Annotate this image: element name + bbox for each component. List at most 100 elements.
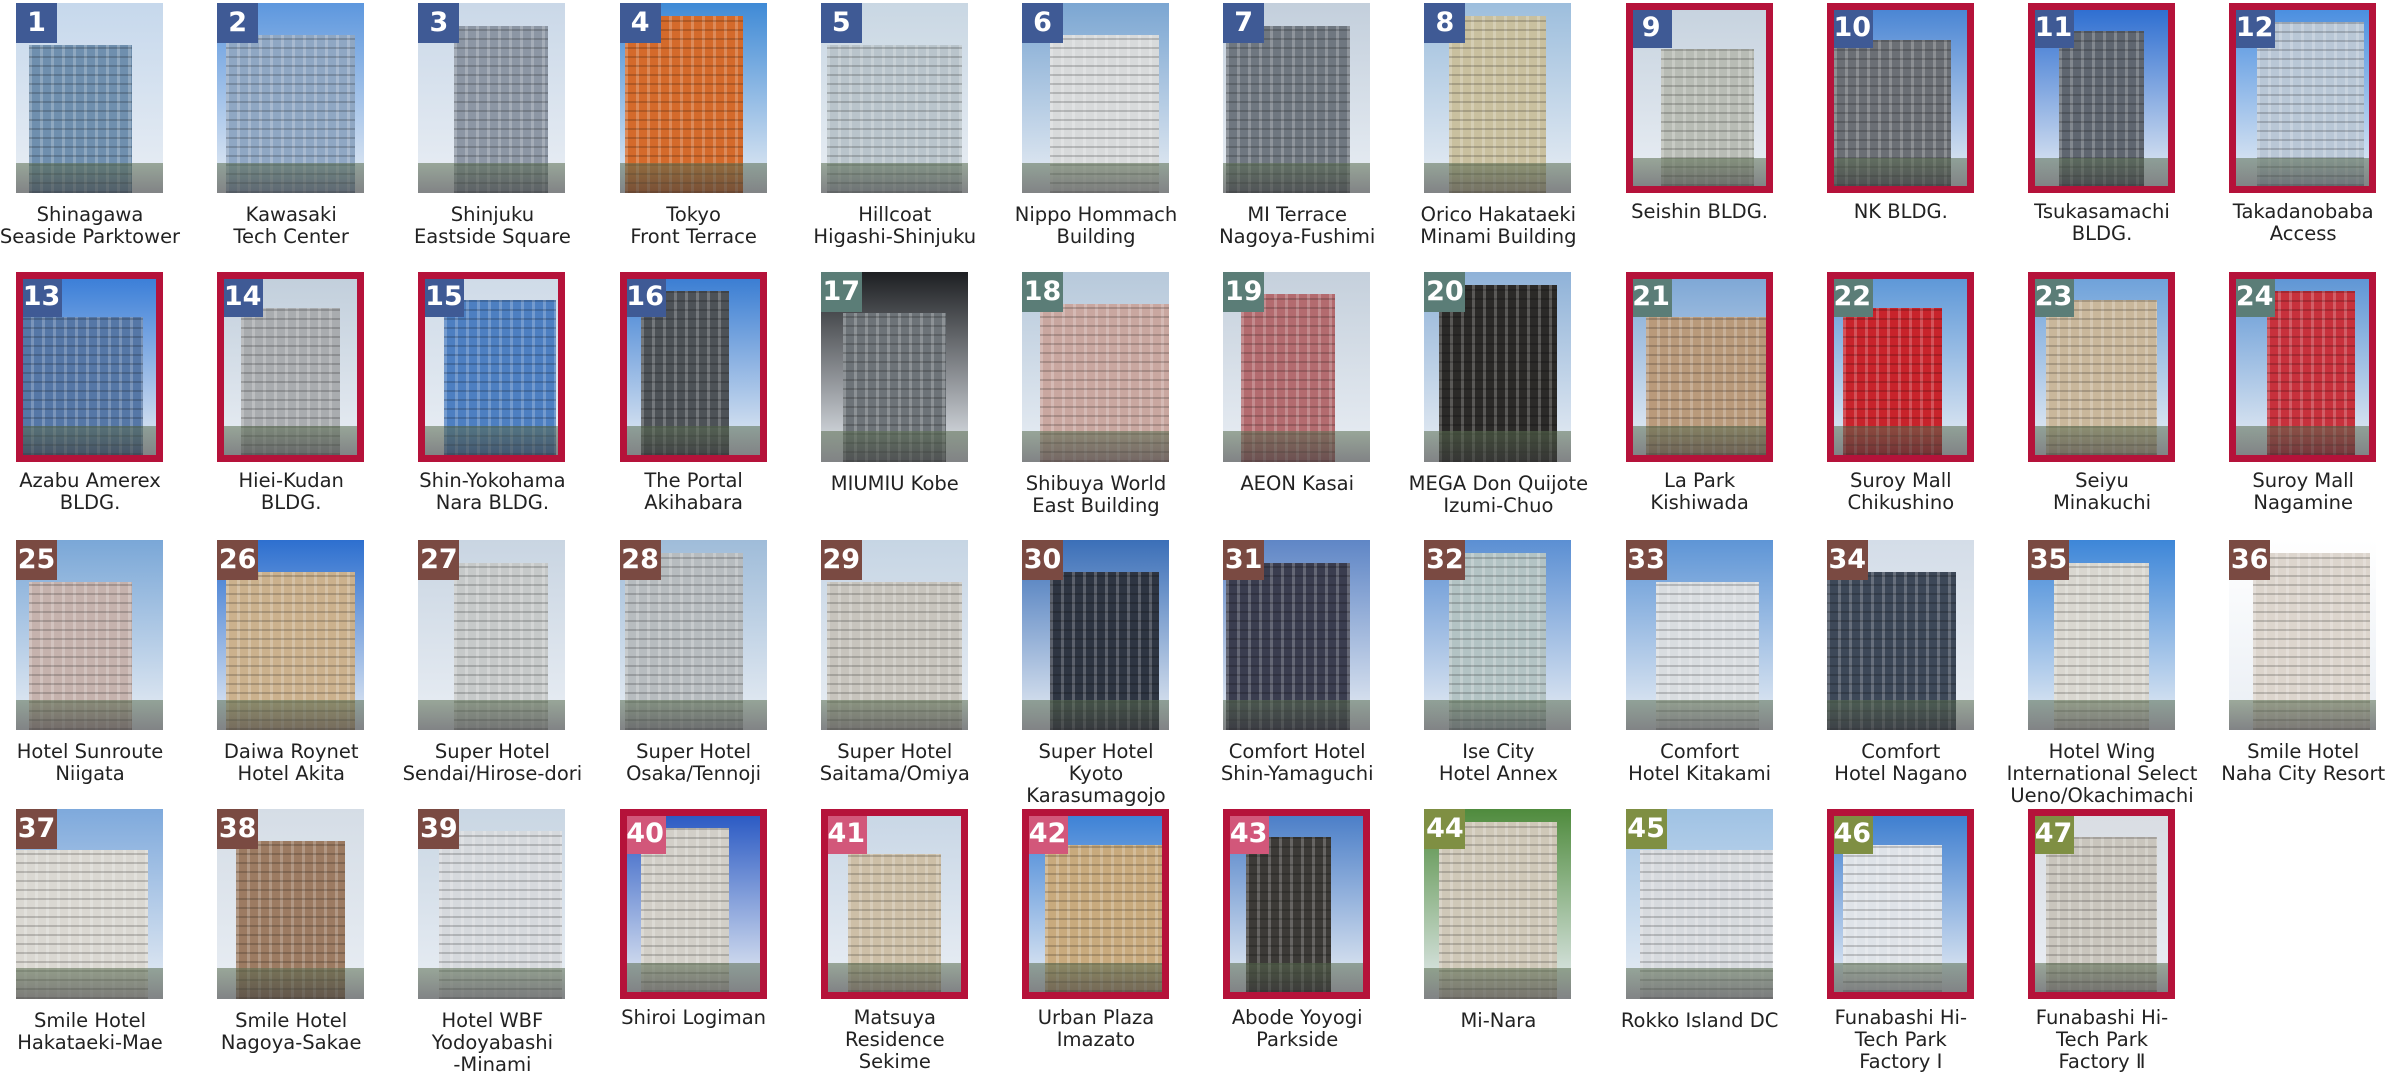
property-number-badge: 44 xyxy=(1424,808,1466,849)
property-photo: 40 xyxy=(619,808,767,999)
property-card: 33 Comfort Hotel Kitakami xyxy=(1625,540,1826,805)
property-number-badge: 35 xyxy=(2028,540,2069,580)
property-number-badge: 36 xyxy=(2229,540,2271,580)
ground-strip xyxy=(1230,963,1364,992)
property-name: Shiroi Logiman xyxy=(621,1005,767,1029)
property-number-badge: 20 xyxy=(1424,271,1466,312)
property-name: Super Hotel Sendai/Hirose-dori xyxy=(402,740,583,785)
ground-strip xyxy=(1424,699,1572,730)
property-portfolio-grid: 1 Shinagawa Seaside Parktower 2 Kawasaki Te… xyxy=(0,0,2389,1075)
property-card: 29 Super Hotel Saitama/Omiya xyxy=(820,540,1021,805)
ground-strip xyxy=(1424,968,1572,999)
property-photo: 10 xyxy=(1826,3,1974,193)
property-card: 23 Seiyu Minakuchi xyxy=(2028,271,2228,537)
property-photo: 37 xyxy=(16,808,163,999)
property-card: 44 Mi-Nara xyxy=(1424,808,1624,1074)
property-number-badge: 15 xyxy=(425,278,465,317)
property-name: MEGA Don Quijote Izumi-Chuo xyxy=(1408,471,1589,517)
property-name: Tsukasamachi BLDG. xyxy=(2034,200,2170,245)
property-card: 1 Shinagawa Seaside Parktower xyxy=(0,3,216,268)
property-name: Super Hotel Kyoto Karasumagojo xyxy=(1026,740,1166,807)
property-number-badge: 9 xyxy=(1632,10,1672,48)
ground-strip xyxy=(1632,157,1766,186)
property-photo: 36 xyxy=(2229,540,2377,730)
property-name: Seishin BLDG. xyxy=(1631,200,1769,223)
ground-strip xyxy=(820,431,968,462)
property-photo: 26 xyxy=(217,540,365,730)
ground-strip xyxy=(224,426,358,455)
property-photo: 6 xyxy=(1022,3,1169,193)
ground-strip xyxy=(2236,426,2370,455)
property-number-badge: 29 xyxy=(820,540,862,580)
property-number-badge: 10 xyxy=(1833,10,1873,48)
property-photo: 47 xyxy=(2028,808,2175,999)
property-number-badge: 46 xyxy=(1833,815,1873,854)
property-number-badge: 17 xyxy=(820,271,862,312)
ground-strip xyxy=(1022,431,1169,462)
property-number-badge: 23 xyxy=(2035,278,2074,317)
ground-strip xyxy=(1833,426,1967,455)
property-number-badge: 34 xyxy=(1826,540,1868,580)
property-photo: 44 xyxy=(1424,808,1572,999)
ground-strip xyxy=(820,699,968,730)
property-card: 38 Smile Hotel Nagoya-Sakae xyxy=(217,808,417,1074)
property-card: 25 Hotel Sunroute Niigata xyxy=(16,540,216,805)
property-name: Shinjuku Eastside Square xyxy=(413,203,571,248)
ground-strip xyxy=(1223,162,1371,193)
property-card: 30 Super Hotel Kyoto Karasumagojo xyxy=(1022,540,1222,807)
property-name: Urban Plaza Imazato xyxy=(1037,1005,1155,1051)
ground-strip xyxy=(1223,699,1371,730)
property-number-badge: 13 xyxy=(23,278,62,317)
property-name: Kawasaki Tech Center xyxy=(233,203,349,248)
ground-strip xyxy=(217,162,365,193)
property-name: Nippo Hommach Building xyxy=(1014,203,1178,248)
property-card: 2 Kawasaki Tech Center xyxy=(217,3,417,268)
property-card: 31 Comfort Hotel Shin-Yamaguchi xyxy=(1221,540,1423,805)
property-name: Smile Hotel Naha City Resort xyxy=(2221,740,2386,785)
ground-strip xyxy=(619,162,767,193)
property-name: Super Hotel Osaka/Tennoji xyxy=(626,740,762,785)
ground-strip xyxy=(16,968,163,999)
ground-strip xyxy=(1223,431,1371,462)
ground-strip xyxy=(626,963,760,992)
property-photo: 5 xyxy=(820,3,968,193)
property-number-badge: 43 xyxy=(1230,815,1270,854)
property-name: Shibuya World East Building xyxy=(1025,471,1167,517)
ground-strip xyxy=(2035,157,2168,186)
property-card: 46 Funabashi Hi- Tech Park Factory Ⅰ xyxy=(1826,808,2027,1074)
property-name: MI Terrace Nagoya-Fushimi xyxy=(1219,203,1376,248)
property-name: Hotel Wing International Select Ueno/Oka… xyxy=(2006,740,2198,807)
property-number-badge: 2 xyxy=(217,3,259,43)
property-number-badge: 33 xyxy=(1625,540,1667,580)
property-card: 42 Urban Plaza Imazato xyxy=(1022,808,1222,1074)
property-photo: 25 xyxy=(16,540,163,730)
property-photo: 28 xyxy=(619,540,767,730)
property-card: 17 MIUMIU Kobe xyxy=(820,271,1021,537)
property-name: Super Hotel Saitama/Omiya xyxy=(819,740,970,785)
property-photo: 46 xyxy=(1826,808,1974,999)
property-card: 12 Takadanobaba Access xyxy=(2229,3,2389,268)
property-name: Ise City Hotel Annex xyxy=(1438,740,1558,785)
property-name: Hillcoat Higashi-Shinjuku xyxy=(813,203,977,248)
property-number-badge: 24 xyxy=(2236,278,2276,317)
property-photo: 42 xyxy=(1022,808,1169,999)
property-number-badge: 21 xyxy=(1632,278,1672,317)
property-photo: 4 xyxy=(619,3,767,193)
property-name: Abode Yoyogi Parkside xyxy=(1231,1005,1363,1051)
property-photo: 30 xyxy=(1022,540,1169,730)
ground-strip xyxy=(418,699,566,730)
property-number-badge: 8 xyxy=(1424,3,1466,43)
ground-strip xyxy=(2236,157,2370,186)
property-name: La Park Kishiwada xyxy=(1650,468,1749,514)
property-card: 4 Tokyo Front Terrace xyxy=(619,3,820,268)
property-number-badge: 45 xyxy=(1625,808,1667,849)
ground-strip xyxy=(16,699,163,730)
property-name: MIUMIU Kobe xyxy=(830,471,959,495)
property-card: 6 Nippo Hommach Building xyxy=(1015,3,1222,268)
property-name: Daiwa Roynet Hotel Akita xyxy=(223,740,359,785)
ground-strip xyxy=(2028,699,2175,730)
property-photo: 2 xyxy=(217,3,365,193)
property-card: 21 La Park Kishiwada xyxy=(1625,271,1826,537)
property-card: 3 Shinjuku Eastside Square xyxy=(414,3,618,268)
property-photo: 39 xyxy=(418,808,566,999)
